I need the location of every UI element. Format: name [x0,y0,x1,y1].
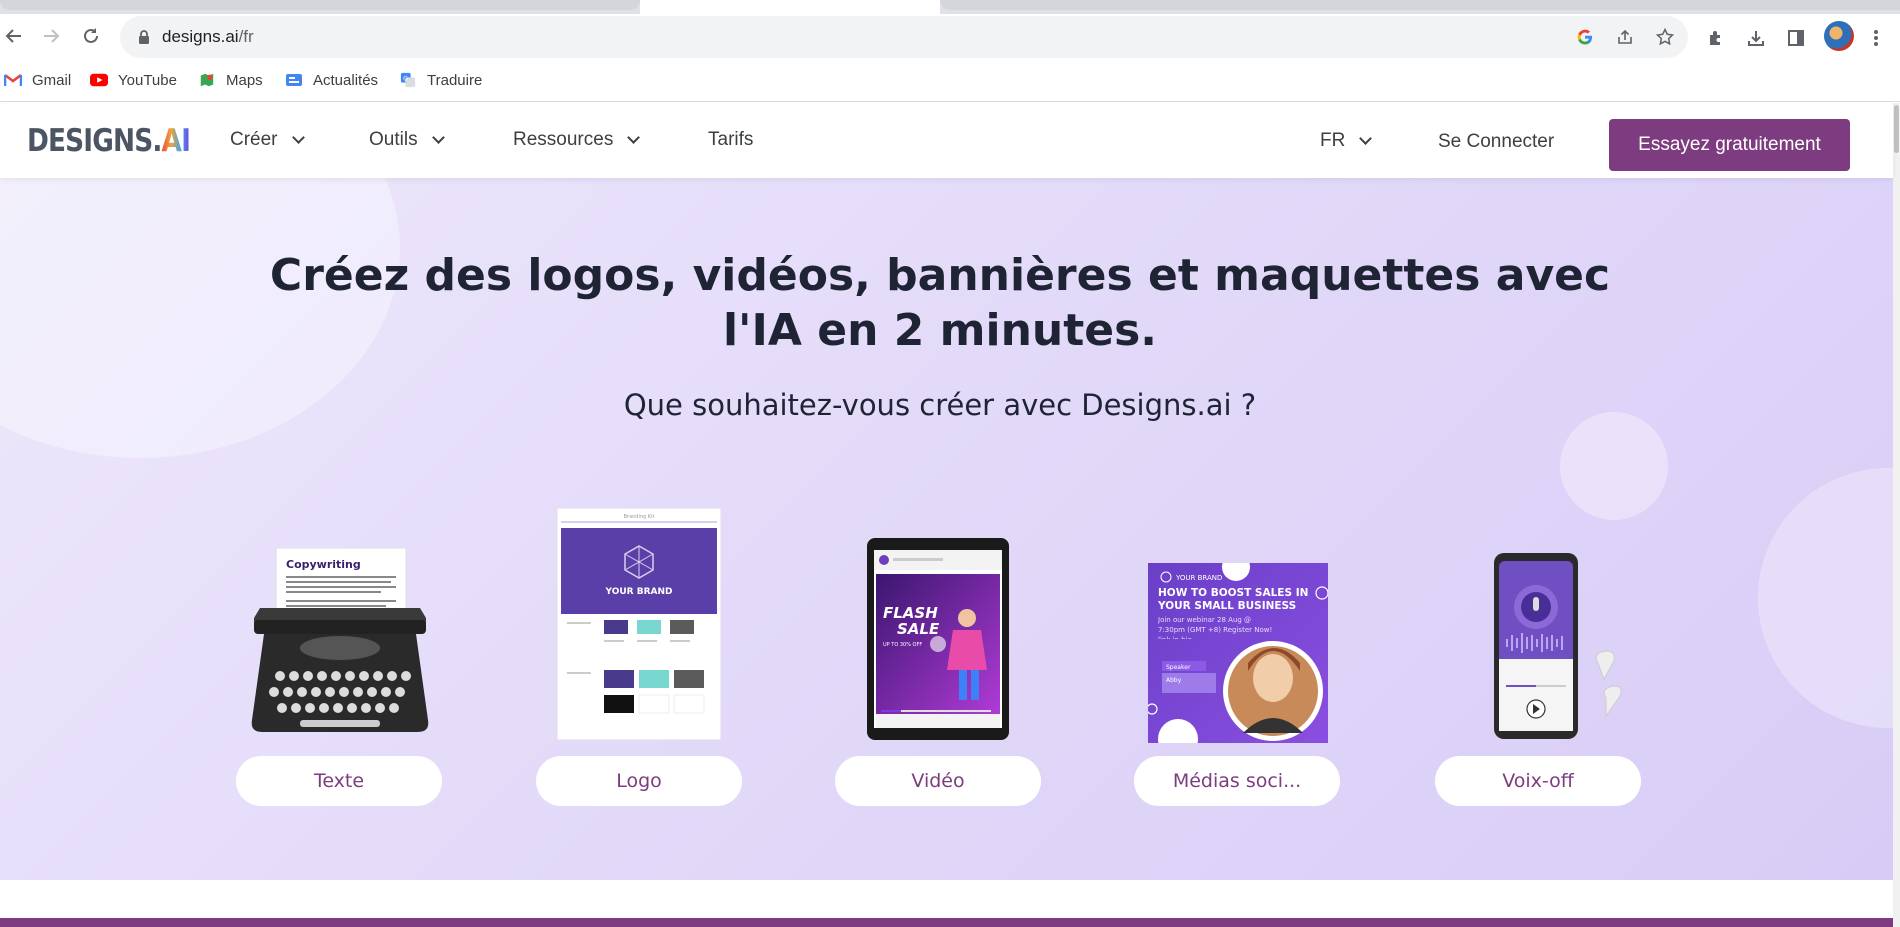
browser-tab[interactable] [0,0,640,10]
speaker-name: Abby [1166,677,1182,684]
translate-icon: G [400,72,416,88]
social-media-post-illustration[interactable]: YOUR BRAND HOW TO BOOST SALES IN YOUR SM… [1148,563,1328,743]
hero-title: Créez des logos, vidéos, bannières et ma… [269,250,1611,356]
try-free-button[interactable]: Essayez gratuitement [1609,119,1850,171]
browser-tab[interactable] [940,0,1900,10]
gmail-icon [4,74,22,86]
address-bar[interactable]: designs.ai/fr [120,16,1688,58]
tablet-video-illustration[interactable]: FLASH SALE UP TO 30% OFF [867,538,1009,740]
youtube-icon [90,73,108,87]
flash-sale-sub: UP TO 30% OFF [883,642,922,648]
hero-section: Créez des logos, vidéos, bannières et ma… [0,178,1893,880]
next-section-band [0,918,1893,927]
hero-subtitle: Que souhaitez-vous créer avec Designs.ai… [623,388,1257,422]
bookmark-gmail[interactable]: Gmail [4,69,71,91]
share-icon[interactable] [1614,26,1636,48]
maps-icon [200,73,214,87]
chevron-down-icon [291,130,305,144]
nav-ressources[interactable]: Ressources [513,129,641,151]
reload-icon[interactable] [77,22,105,50]
google-icon[interactable] [1574,26,1596,48]
download-icon[interactable] [1744,26,1768,50]
social-brand-text: YOUR BRAND [1175,574,1222,582]
tab-strip [0,0,1900,14]
scrollbar-thumb[interactable] [1894,105,1899,153]
nav-creer[interactable]: Créer [230,129,305,151]
svg-text:G: G [403,75,408,82]
decorative-circle [1560,412,1668,520]
back-icon[interactable] [0,22,28,50]
browser-toolbar: designs.ai/fr [0,14,1900,59]
designs-ai-logo[interactable]: DESIGNS.AI [27,123,191,159]
more-options-icon[interactable] [1864,26,1888,50]
flash-sale-line2: SALE [897,620,940,638]
branding-kit-illustration[interactable]: Branding Kit YOUR BRAND [557,508,721,740]
nav-outils[interactable]: Outils [369,129,445,151]
branding-kit-title: Branding Kit [624,514,655,520]
lock-icon[interactable] [138,30,150,44]
section-spacer [0,880,1893,918]
chevron-down-icon [627,130,641,144]
card-voice-over-button[interactable]: Voix-off [1435,756,1641,806]
social-detail-text: Join our webinar 28 Aug @ 7:30pm (GMT +8… [1158,616,1273,639]
bookmark-actualites[interactable]: Actualités [285,69,378,91]
browser-tab-active[interactable] [640,0,940,14]
side-panel-icon[interactable] [1784,26,1808,50]
forward-icon[interactable] [37,22,65,50]
page-scrollbar[interactable] [1893,103,1900,927]
profile-avatar[interactable] [1824,21,1854,51]
copywriting-doc-title: Copywriting [286,558,361,571]
phone-voiceover-illustration[interactable] [1494,553,1624,739]
bookmark-star-icon[interactable] [1654,26,1676,48]
bookmarks-bar: Gmail YouTube Maps Actualités G Traduire [0,59,1900,102]
card-logo-button[interactable]: Logo [536,756,742,806]
typewriter-illustration[interactable]: Copywriting [250,548,430,740]
chevron-down-icon [431,130,445,144]
bookmark-youtube[interactable]: YouTube [90,69,177,91]
card-video-button[interactable]: Vidéo [835,756,1041,806]
nav-tarifs[interactable]: Tarifs [708,129,753,151]
card-social-media-button[interactable]: Médias soci... [1134,756,1340,806]
language-selector[interactable]: FR [1320,130,1373,152]
decorative-circle [1758,468,1893,728]
extensions-icon[interactable] [1704,26,1728,50]
speaker-label: Speaker [1166,664,1191,671]
login-link[interactable]: Se Connecter [1438,131,1554,153]
news-icon [286,74,302,86]
brand-placeholder-text: YOUR BRAND [605,587,673,597]
bookmark-maps[interactable]: Maps [198,69,263,91]
site-header: DESIGNS.AI Créer Outils Ressources Tarif… [0,103,1893,178]
card-texte-button[interactable]: Texte [236,756,442,806]
bookmark-traduire[interactable]: G Traduire [399,69,482,91]
chevron-down-icon [1359,131,1373,145]
url-text[interactable]: designs.ai/fr [162,27,254,47]
social-headline: HOW TO BOOST SALES IN YOUR SMALL BUSINES… [1158,587,1309,612]
